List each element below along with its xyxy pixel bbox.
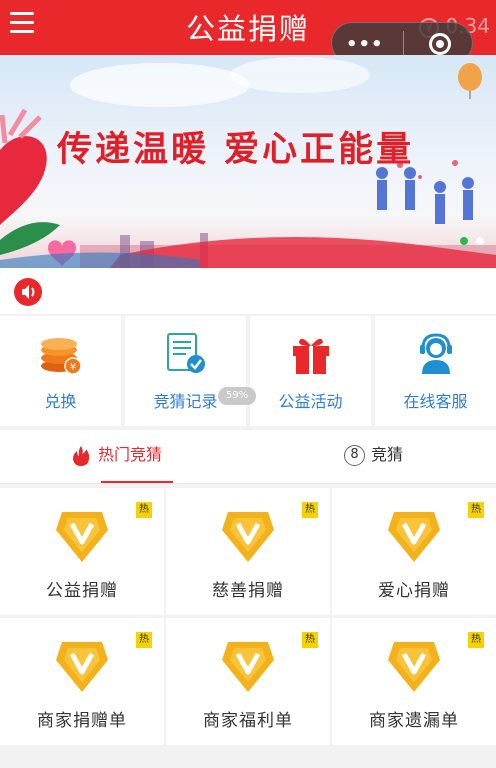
hot-tag: 热 [302, 632, 318, 648]
fire-icon [73, 445, 90, 466]
tab-hot-guess[interactable]: 热门竞猜 [70, 430, 162, 484]
progress-badge: 59% [218, 387, 256, 405]
v-medal-icon [388, 512, 440, 562]
tab-guess[interactable]: 8 竞猜 [344, 430, 403, 484]
v-medal-icon [222, 642, 274, 692]
grid-item-label: 公益捐赠 [46, 581, 118, 601]
grid-item-love-donation[interactable]: 热 爱心捐赠 [332, 488, 496, 615]
active-tab-indicator [101, 481, 173, 483]
tab-guess-badge: 8 [344, 445, 365, 466]
hot-tag: 热 [468, 502, 484, 518]
carousel-dot[interactable] [476, 237, 484, 245]
notice-bar [0, 268, 496, 314]
grid-item-merchant-donation-list[interactable]: 热 商家捐赠单 [0, 618, 164, 745]
grid-row: 热 商家捐赠单 热 商家福利单 热 商家遗漏单 [0, 618, 496, 745]
quick-label-online-service: 在线客服 [403, 392, 468, 411]
coins-icon: ¥ [40, 338, 82, 375]
gift-icon [292, 338, 329, 374]
hot-tag: 热 [136, 502, 152, 518]
donation-grid: 热 公益捐赠 热 慈善捐赠 热 爱心捐赠 热 商家捐赠单 热 商家福利单 热 商… [0, 488, 496, 748]
hot-tag: 热 [136, 632, 152, 648]
quick-label-exchange: 兑换 [44, 392, 77, 411]
grid-item-philanthropy-donation[interactable]: 热 慈善捐赠 [166, 488, 330, 615]
quick-menu: ¥ 兑换 竞猜记录 公益活动 在线客服 [0, 316, 496, 426]
tab-bar: 热门竞猜 8 竞猜 [0, 430, 496, 484]
more-dots-icon[interactable]: ••• [346, 34, 384, 55]
v-medal-icon [56, 512, 108, 562]
v-medal-icon [222, 512, 274, 562]
document-check-icon [166, 333, 205, 373]
grid-item-label: 商家福利单 [203, 711, 293, 731]
grid-item-charity-donation[interactable]: 热 公益捐赠 [0, 488, 164, 615]
speaker-icon [14, 278, 42, 306]
target-close-icon[interactable] [429, 33, 451, 55]
capsule-divider [403, 31, 404, 57]
grid-item-label: 商家遗漏单 [369, 711, 459, 731]
quick-item-guess-records[interactable]: 竞猜记录 [125, 316, 246, 426]
hot-tag: 热 [468, 632, 484, 648]
grid-item-label: 慈善捐赠 [212, 581, 284, 601]
banner-carousel[interactable]: 传递温暖 爱心正能量 [0, 55, 496, 268]
tab-hot-label: 热门竞猜 [98, 445, 163, 464]
customer-service-icon [419, 333, 452, 374]
svg-text:¥: ¥ [69, 362, 75, 373]
grid-row: 热 公益捐赠 热 慈善捐赠 热 爱心捐赠 [0, 488, 496, 615]
quick-item-online-service[interactable]: 在线客服 [375, 316, 496, 426]
hot-tag: 热 [302, 502, 318, 518]
carousel-dot-active[interactable] [460, 237, 468, 245]
grid-item-merchant-missed-list[interactable]: 热 商家遗漏单 [332, 618, 496, 745]
banner-slogan: 传递温暖 爱心正能量 [57, 129, 415, 170]
quick-label-charity-events: 公益活动 [278, 392, 343, 411]
grid-item-merchant-welfare-list[interactable]: 热 商家福利单 [166, 618, 330, 745]
v-medal-icon [56, 642, 108, 692]
tab-guess-label: 竞猜 [371, 445, 404, 464]
quick-item-charity-events[interactable]: 公益活动 [250, 316, 371, 426]
grid-item-label: 爱心捐赠 [378, 581, 450, 601]
v-medal-icon [388, 642, 440, 692]
grid-item-label: 商家捐赠单 [37, 711, 127, 731]
quick-item-exchange[interactable]: ¥ 兑换 [0, 316, 121, 426]
